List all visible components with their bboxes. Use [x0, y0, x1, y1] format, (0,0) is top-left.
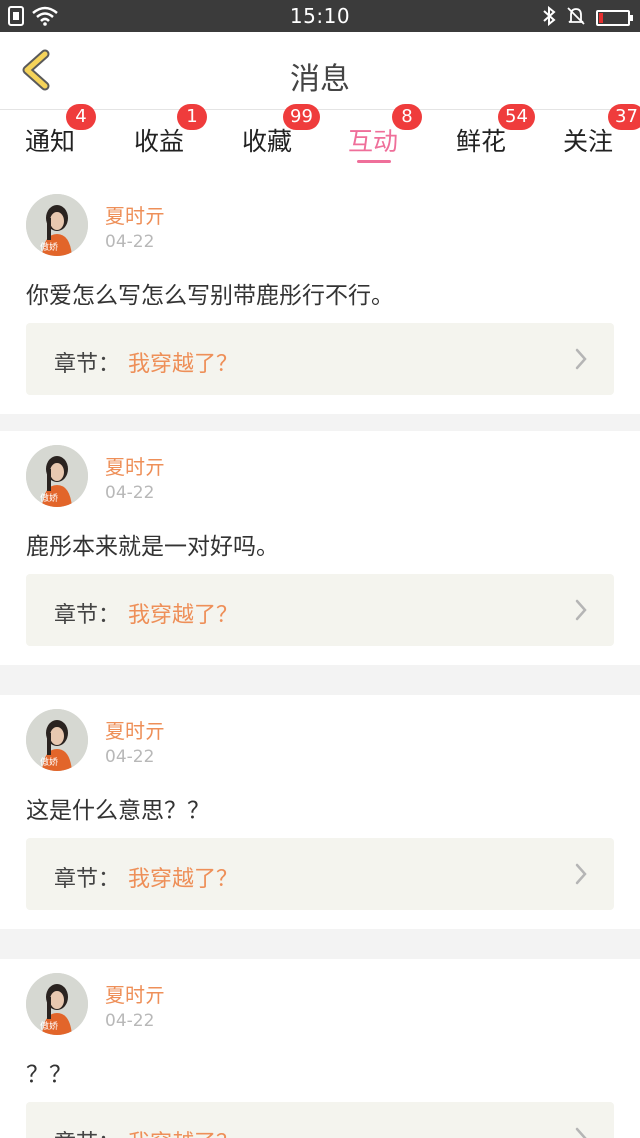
- sender-name[interactable]: 夏时亓: [105, 715, 165, 744]
- chevron-right-icon: [574, 598, 588, 626]
- sender-name[interactable]: 夏时亓: [105, 200, 165, 229]
- chapter-title: 我穿越了？: [128, 352, 239, 377]
- chapter-link[interactable]: 章节： 我穿越了？: [26, 574, 614, 646]
- tab-follows[interactable]: 关注 37: [534, 104, 640, 180]
- tab-interactions[interactable]: 互动 8: [319, 104, 427, 180]
- message-text: 这是什么意思？？: [26, 798, 210, 824]
- tab-favorites[interactable]: 收藏 99: [213, 104, 321, 180]
- status-right-icons: [542, 5, 633, 30]
- message-text: 你爱怎么写怎么写别带鹿彤行不行。: [26, 283, 394, 309]
- count-badge: 1: [177, 104, 207, 130]
- tab-notifications[interactable]: 通知 4: [0, 104, 104, 180]
- tab-earnings[interactable]: 收益 1: [105, 104, 213, 180]
- top-navigation-bar: 消息: [0, 32, 640, 110]
- chapter-title: 我穿越了？: [128, 1125, 238, 1138]
- sender-name[interactable]: 夏时亓: [105, 451, 165, 480]
- count-badge: 54: [498, 104, 535, 130]
- svg-text:傲娇: 傲娇: [40, 756, 58, 768]
- chapter-label: 章节：: [54, 1125, 120, 1138]
- count-badge: 4: [66, 104, 96, 130]
- avatar[interactable]: 傲娇: [26, 973, 88, 1035]
- battery-icon: [596, 10, 633, 26]
- chevron-right-icon: [574, 347, 588, 375]
- avatar[interactable]: 傲娇: [26, 194, 88, 256]
- status-bar: 15:10: [0, 0, 640, 32]
- page-title: 消息: [290, 62, 350, 97]
- count-badge: 37: [608, 104, 640, 130]
- chapter-link[interactable]: 章节： 我穿越了？: [26, 838, 614, 910]
- tab-flowers[interactable]: 鲜花 54: [427, 104, 535, 180]
- message-card: 傲娇 夏时亓 04-22 鹿彤本来就是一对好吗。 章节： 我穿越了？: [0, 431, 640, 665]
- chevron-right-icon: [574, 1126, 588, 1138]
- message-date: 04-22: [105, 1011, 155, 1031]
- battery-level: [599, 13, 603, 23]
- message-card: 傲娇 夏时亓 04-22 这是什么意思？？ 章节： 我穿越了？: [0, 695, 640, 929]
- message-tabs: 通知 4 收益 1 收藏 99 互动 8 鲜花 54 关注 37: [0, 104, 640, 180]
- svg-text:傲娇: 傲娇: [40, 492, 58, 504]
- message-card: 傲娇 夏时亓 04-22 你爱怎么写怎么写别带鹿彤行不行。 章节： 我穿越了？: [0, 180, 640, 414]
- active-tab-indicator: [357, 160, 391, 163]
- svg-text:傲娇: 傲娇: [40, 1020, 58, 1032]
- message-card: 傲娇 夏时亓 04-22 ？？ 章节： 我穿越了？: [0, 959, 640, 1138]
- sender-name[interactable]: 夏时亓: [105, 979, 165, 1008]
- message-text: ？？: [26, 1062, 72, 1088]
- chapter-label: 章节：: [54, 867, 121, 892]
- avatar[interactable]: 傲娇: [26, 445, 88, 507]
- bluetooth-icon: [542, 5, 556, 30]
- chapter-title: 我穿越了？: [128, 603, 239, 628]
- chapter-label: 章节：: [54, 603, 121, 628]
- message-text: 鹿彤本来就是一对好吗。: [26, 534, 279, 560]
- chapter-link[interactable]: 章节： 我穿越了？: [26, 1102, 614, 1138]
- chapter-link[interactable]: 章节： 我穿越了？: [26, 323, 614, 395]
- message-date: 04-22: [105, 483, 155, 503]
- avatar[interactable]: 傲娇: [26, 709, 88, 771]
- chevron-right-icon: [574, 862, 588, 890]
- svg-text:傲娇: 傲娇: [40, 241, 58, 253]
- count-badge: 99: [283, 104, 320, 130]
- chapter-title: 我穿越了？: [128, 867, 239, 892]
- count-badge: 8: [392, 104, 422, 130]
- mute-bell-icon: [566, 6, 586, 30]
- message-date: 04-22: [105, 232, 155, 252]
- message-date: 04-22: [105, 747, 155, 767]
- chapter-label: 章节：: [54, 352, 121, 377]
